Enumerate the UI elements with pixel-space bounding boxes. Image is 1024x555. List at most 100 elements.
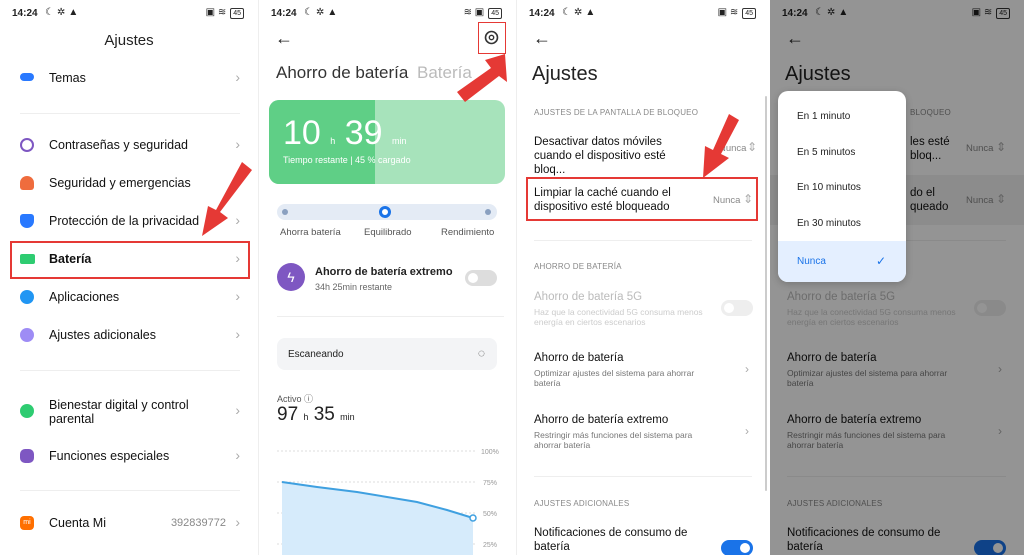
- row-5g-saver[interactable]: Ahorro de batería 5G: [534, 290, 642, 304]
- status-bar: 14:24 ☾✲▲ ▣ ≋ 45: [0, 0, 258, 28]
- row-mobile-data[interactable]: Desactivar datos móviles cuando el dispo…: [534, 135, 699, 177]
- red-arrow-annotation: [457, 54, 507, 102]
- status-time: 14:24: [271, 8, 297, 19]
- menu-item-aplicaciones[interactable]: Aplicaciones ›: [0, 281, 258, 315]
- activo-min-unit: min: [340, 412, 355, 422]
- checkmark-icon: ✓: [875, 254, 886, 268]
- chevron-right-icon: ›: [235, 326, 240, 342]
- tick-25: 25%: [483, 542, 497, 549]
- battery-icon: 45: [742, 8, 756, 19]
- toggle-notifications[interactable]: [721, 540, 753, 555]
- row-notifications[interactable]: Notificaciones de consumo de batería: [534, 526, 709, 554]
- chevron-right-icon: ›: [235, 402, 240, 418]
- back-arrow-icon[interactable]: ←: [533, 28, 551, 49]
- fingerprint-icon: [20, 138, 34, 152]
- mode-label-equilibrado[interactable]: Equilibrado: [364, 227, 412, 238]
- row-cache-value[interactable]: Nunca: [713, 195, 740, 206]
- red-arrow-annotation: [703, 114, 739, 178]
- mode-label-rendimiento[interactable]: Rendimiento: [441, 227, 494, 238]
- option-label: En 5 minutos: [797, 147, 856, 158]
- option-nunca[interactable]: Nunca ✓: [778, 241, 906, 282]
- divider: [20, 490, 240, 491]
- row-cache[interactable]: Limpiar la caché cuando el dispositivo e…: [534, 186, 704, 214]
- mode-dot-ahorra[interactable]: [282, 209, 288, 215]
- info-icon[interactable]: ⓘ: [304, 394, 313, 404]
- menu-item-label: Ajustes adicionales: [49, 328, 157, 342]
- gear-icon: [484, 30, 499, 45]
- updown-icon: ⇕: [743, 192, 754, 206]
- chevron-right-icon: ›: [745, 424, 749, 438]
- menu-item-temas[interactable]: Temas ›: [0, 62, 258, 96]
- status-icons: ☾✲▲: [304, 7, 341, 18]
- page-title: Ajustes: [532, 63, 598, 85]
- activo-minutes: 35: [313, 404, 335, 425]
- row-extreme-saver-subtitle: Restringir más funciones del sistema par…: [534, 430, 693, 450]
- toggle-5g[interactable]: [721, 300, 753, 316]
- row-battery-saver[interactable]: Ahorro de batería: [534, 351, 624, 365]
- gear-icon: [20, 290, 34, 304]
- option-label: En 1 minuto: [797, 111, 851, 122]
- menu-item-contrasenas[interactable]: Contraseñas y seguridad ›: [0, 129, 258, 163]
- chevron-right-icon: ›: [235, 69, 240, 85]
- extreme-saver-subtitle: 34h 25min restante: [315, 282, 393, 292]
- tick-75: 75%: [483, 480, 497, 487]
- hours-unit: h: [330, 136, 336, 146]
- status-right-icons: ≋ ▣ 45: [464, 7, 502, 19]
- section-extra: AJUSTES ADICIONALES: [534, 499, 630, 508]
- lock-settings-screen: 14:24 ☾✲▲ ▣ ≋ 45 ← Ajustes AJUSTES DE LA …: [516, 0, 770, 555]
- menu-item-ajustes-adicionales[interactable]: Ajustes adicionales ›: [0, 319, 258, 353]
- chevron-right-icon: ›: [235, 288, 240, 304]
- battery-icon: 45: [488, 8, 502, 19]
- menu-item-label: Seguridad y emergencias: [49, 176, 191, 190]
- activo-text: Activo: [277, 394, 302, 404]
- section-lock-screen: AJUSTES DE LA PANTALLA DE BLOQUEO: [534, 108, 699, 117]
- menu-item-cuenta-mi[interactable]: mi Cuenta Mi 392839772 ›: [0, 507, 258, 541]
- status-time: 14:24: [12, 8, 38, 19]
- mode-dot-rendimiento[interactable]: [485, 209, 491, 215]
- timeout-options-popup: En 1 minuto En 5 minutos En 10 minutos E…: [778, 91, 906, 282]
- shield-icon: [20, 214, 34, 228]
- status-right-icons: ▣ ≋ 45: [206, 7, 244, 19]
- remaining-time: 10 h 39 min: [283, 114, 407, 153]
- scrollbar[interactable]: [765, 96, 767, 491]
- option-1-min[interactable]: En 1 minuto: [778, 98, 906, 134]
- menu-item-bienestar[interactable]: Bienestar digital y control parental ›: [0, 390, 258, 434]
- status-time: 14:24: [529, 8, 555, 19]
- tab-ahorro-bateria[interactable]: Ahorro de batería: [276, 63, 408, 83]
- option-30-min[interactable]: En 30 minutos: [778, 205, 906, 241]
- updown-icon: ⇕: [747, 140, 758, 154]
- status-icons: ☾✲▲: [562, 7, 599, 18]
- page-title: Ajustes: [104, 32, 154, 49]
- extreme-saver-toggle[interactable]: [465, 270, 497, 286]
- option-label: En 10 minutos: [797, 182, 861, 193]
- mode-slider[interactable]: [277, 204, 497, 220]
- chevron-right-icon: ›: [235, 136, 240, 152]
- minutes-unit: min: [392, 136, 407, 146]
- status-right-icons: ▣ ≋ 45: [718, 7, 756, 19]
- option-10-min[interactable]: En 10 minutos: [778, 169, 906, 205]
- special-icon: [20, 449, 34, 463]
- mode-label-ahorra[interactable]: Ahorra batería: [280, 227, 341, 238]
- scan-status: Escaneando ◌: [277, 338, 497, 370]
- back-arrow-icon[interactable]: ←: [275, 28, 293, 49]
- extreme-saver-title: Ahorro de batería extremo: [315, 266, 453, 278]
- mi-icon: mi: [20, 516, 34, 530]
- settings-screen: 14:24 ☾✲▲ ▣ ≋ 45 Ajustes Temas › Contrase…: [0, 0, 258, 555]
- menu-item-label: Protección de la privacidad: [49, 214, 200, 228]
- menu-item-label: Contraseñas y seguridad: [49, 138, 188, 152]
- row-extreme-saver[interactable]: Ahorro de batería extremo: [534, 413, 668, 427]
- menu-item-label: Temas: [49, 71, 86, 85]
- menu-item-label: Funciones especiales: [49, 449, 170, 463]
- usage-area: [282, 482, 473, 555]
- divider: [20, 113, 240, 114]
- chevron-right-icon: ›: [235, 447, 240, 463]
- mode-dot-equilibrado[interactable]: [379, 206, 391, 218]
- option-5-min[interactable]: En 5 minutos: [778, 134, 906, 170]
- chevron-right-icon: ›: [235, 514, 240, 530]
- row-battery-saver-subtitle: Optimizar ajustes del sistema para ahorr…: [534, 368, 695, 388]
- divider: [534, 476, 752, 477]
- menu-item-funciones[interactable]: Funciones especiales ›: [0, 440, 258, 474]
- settings-button[interactable]: [478, 22, 506, 54]
- chevron-right-icon: ›: [745, 362, 749, 376]
- battery-usage-chart: 100% 75% 50% 25%: [277, 449, 499, 555]
